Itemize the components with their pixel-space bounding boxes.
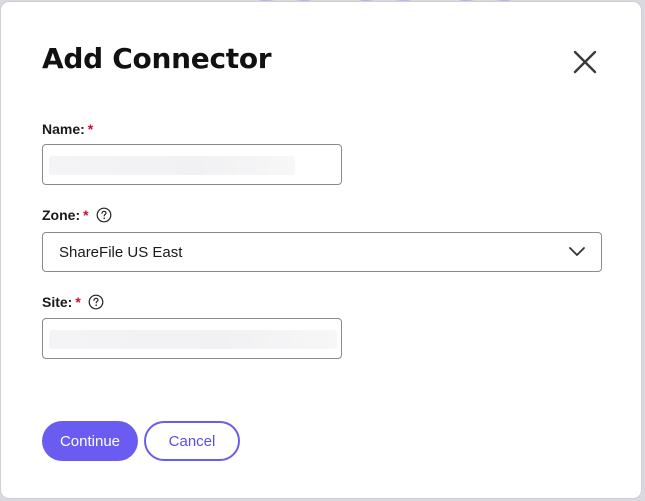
cancel-button[interactable]: Cancel xyxy=(144,421,240,461)
close-button[interactable] xyxy=(569,46,601,78)
help-icon[interactable] xyxy=(96,207,112,223)
help-icon[interactable] xyxy=(88,294,104,310)
name-input-value xyxy=(49,156,295,175)
site-label-text: Site: xyxy=(42,294,73,310)
name-input[interactable] xyxy=(42,144,342,185)
close-icon xyxy=(573,50,597,74)
add-connector-dialog: Add Connector Name: * Zone: * ShareFile … xyxy=(1,2,641,498)
continue-button[interactable]: Continue xyxy=(42,421,138,461)
site-input[interactable] xyxy=(42,318,342,359)
name-label-text: Name: xyxy=(42,121,85,137)
required-marker: * xyxy=(75,294,81,310)
site-label: Site: * xyxy=(42,294,104,310)
chevron-down-icon xyxy=(569,247,585,256)
zone-label: Zone: * xyxy=(42,207,112,223)
zone-select-value: ShareFile US East xyxy=(59,244,183,261)
name-label: Name: * xyxy=(42,121,93,137)
dialog-title: Add Connector xyxy=(42,42,272,75)
required-marker: * xyxy=(83,207,89,223)
site-input-value xyxy=(49,330,337,349)
zone-label-text: Zone: xyxy=(42,207,81,223)
zone-select[interactable]: ShareFile US East xyxy=(42,232,602,272)
required-marker: * xyxy=(87,121,94,137)
